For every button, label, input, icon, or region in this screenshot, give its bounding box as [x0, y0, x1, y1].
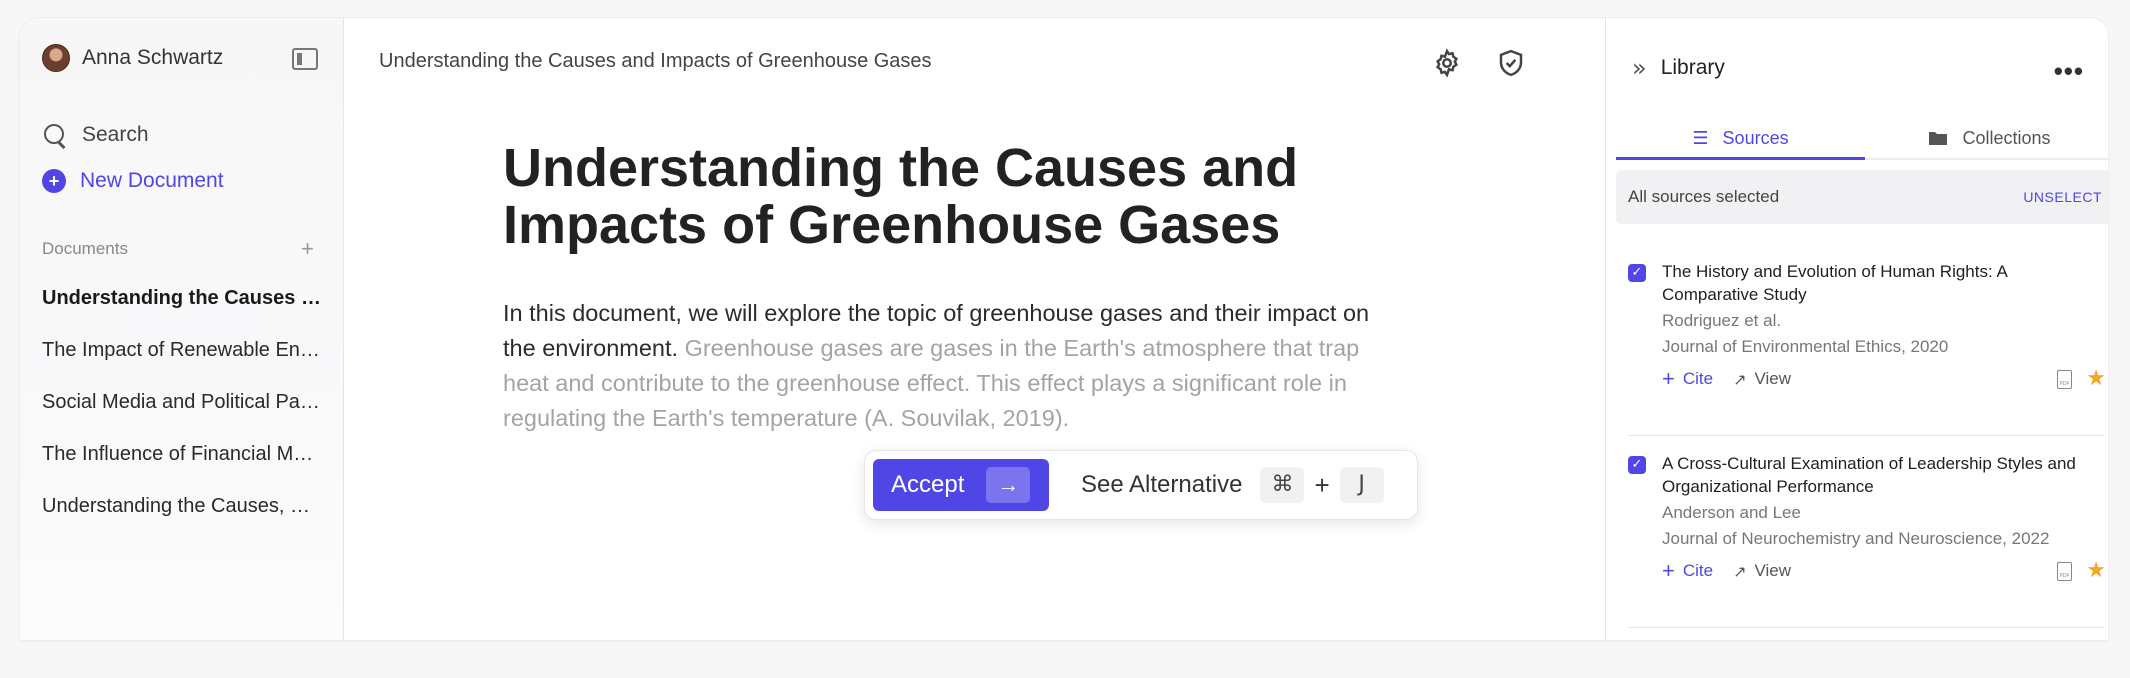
plus-circle-icon: +	[42, 169, 66, 193]
tab-collections-label: Collections	[1962, 127, 2051, 148]
document-item[interactable]: Understanding the Causes, Effects and So…	[42, 488, 322, 540]
see-alternative-button[interactable]: See Alternative	[1081, 471, 1242, 499]
source-authors: Anderson and Lee	[1662, 503, 1801, 522]
source-journal: Journal of Neurochemistry and Neuroscien…	[1662, 529, 2050, 548]
new-document-label: New Document	[80, 169, 224, 192]
view-button[interactable]: ↗ View	[1733, 561, 1791, 581]
source-journal: Journal of Environmental Ethics, 2020	[1662, 337, 1949, 356]
source-checkbox[interactable]: ✓	[1628, 264, 1646, 282]
source-actions: + Cite ↗ View PDF ★	[1662, 558, 2106, 583]
library-header: » Library	[1632, 54, 1725, 82]
search-button[interactable]: Search	[42, 122, 149, 148]
source-actions: + Cite ↗ View PDF ★	[1662, 366, 2106, 391]
pdf-file-icon[interactable]: PDF	[2057, 562, 2072, 581]
source-card: ✓ A Cross-Cultural Examination of Leader…	[1628, 452, 2106, 628]
pdf-file-icon[interactable]: PDF	[2057, 370, 2072, 389]
search-label: Search	[82, 123, 149, 146]
tab-collections[interactable]: Collections	[1865, 118, 2108, 158]
cite-button[interactable]: + Cite	[1662, 368, 1713, 390]
arrow-right-icon: →	[986, 467, 1031, 503]
source-authors: Rodriguez et al.	[1662, 311, 1782, 330]
search-icon	[42, 122, 68, 148]
document-item-active[interactable]: Understanding the Causes and Impacts of …	[42, 280, 322, 332]
selection-status: All sources selected	[1628, 187, 1780, 206]
user-name: Anna Schwartz	[82, 46, 224, 69]
plus-icon: +	[1662, 558, 1675, 583]
more-options-icon[interactable]: •••	[2054, 56, 2084, 87]
j-key: J	[1339, 467, 1384, 503]
view-label: View	[1754, 369, 1792, 388]
command-key-icon: ⌘	[1260, 467, 1305, 503]
document-item[interactable]: The Impact of Renewable Energy	[42, 332, 322, 384]
editor: Understanding the Causes and Impacts of …	[344, 18, 1606, 640]
suggestion-toolbar: Accept → See Alternative ⌘ + J	[864, 450, 1418, 520]
arrow-up-right-icon: ↗	[1733, 369, 1747, 389]
add-document-icon[interactable]: +	[301, 238, 314, 260]
document-body[interactable]: In this document, we will explore the to…	[503, 296, 1403, 436]
cite-button[interactable]: + Cite	[1662, 560, 1713, 582]
cite-label: Cite	[1682, 369, 1714, 388]
avatar	[42, 44, 70, 72]
folder-icon	[1929, 132, 1948, 145]
document-breadcrumb-title: Understanding the Causes and Impacts of …	[379, 50, 932, 72]
library-tabs: ☰ Sources Collections	[1616, 118, 2108, 160]
document-heading: Understanding the Causes and Impacts of …	[503, 138, 1299, 255]
accept-button[interactable]: Accept →	[873, 459, 1049, 511]
source-checkbox[interactable]: ✓	[1628, 456, 1646, 474]
tab-sources-label: Sources	[1722, 127, 1789, 148]
documents-header: Documents +	[42, 238, 314, 260]
user-profile[interactable]: Anna Schwartz	[42, 44, 223, 72]
tab-sources[interactable]: ☰ Sources	[1616, 118, 1865, 160]
shortcut-plus: +	[1314, 469, 1330, 500]
shield-check-icon[interactable]	[1496, 48, 1526, 78]
source-title: The History and Evolution of Human Right…	[1662, 262, 2007, 304]
plus-icon: +	[1662, 366, 1675, 391]
unselect-button[interactable]: UNSELECT	[2023, 189, 2102, 205]
document-list: Understanding the Causes and Impacts of …	[42, 280, 342, 540]
sidebar: Anna Schwartz Search + New Document Docu…	[20, 18, 344, 640]
app-window: Anna Schwartz Search + New Document Docu…	[20, 18, 2108, 640]
source-title: A Cross-Cultural Examination of Leadersh…	[1662, 454, 2076, 496]
star-icon[interactable]: ★	[2086, 558, 2106, 583]
arrow-up-right-icon: ↗	[1733, 561, 1747, 581]
view-label: View	[1754, 561, 1792, 580]
selection-bar: All sources selected UNSELECT	[1616, 170, 2108, 224]
document-item[interactable]: Social Media and Political Participation	[42, 384, 322, 436]
document-item[interactable]: The Influence of Financial Markets	[42, 436, 322, 488]
star-icon[interactable]: ★	[2086, 366, 2106, 391]
view-button[interactable]: ↗ View	[1733, 369, 1791, 389]
list-icon: ☰	[1692, 127, 1709, 149]
gear-icon[interactable]	[1432, 48, 1462, 78]
toggle-sidebar-icon[interactable]	[292, 48, 318, 70]
cite-label: Cite	[1682, 561, 1714, 580]
source-card: ✓ The History and Evolution of Human Rig…	[1628, 260, 2106, 436]
library-title: Library	[1660, 56, 1725, 79]
collapse-panel-icon[interactable]: »	[1632, 54, 1646, 82]
accept-label: Accept	[891, 471, 965, 498]
library-panel: » Library ••• ☰ Sources Collections All …	[1606, 18, 2108, 640]
documents-title: Documents	[42, 239, 128, 258]
new-document-button[interactable]: + New Document	[42, 169, 224, 193]
